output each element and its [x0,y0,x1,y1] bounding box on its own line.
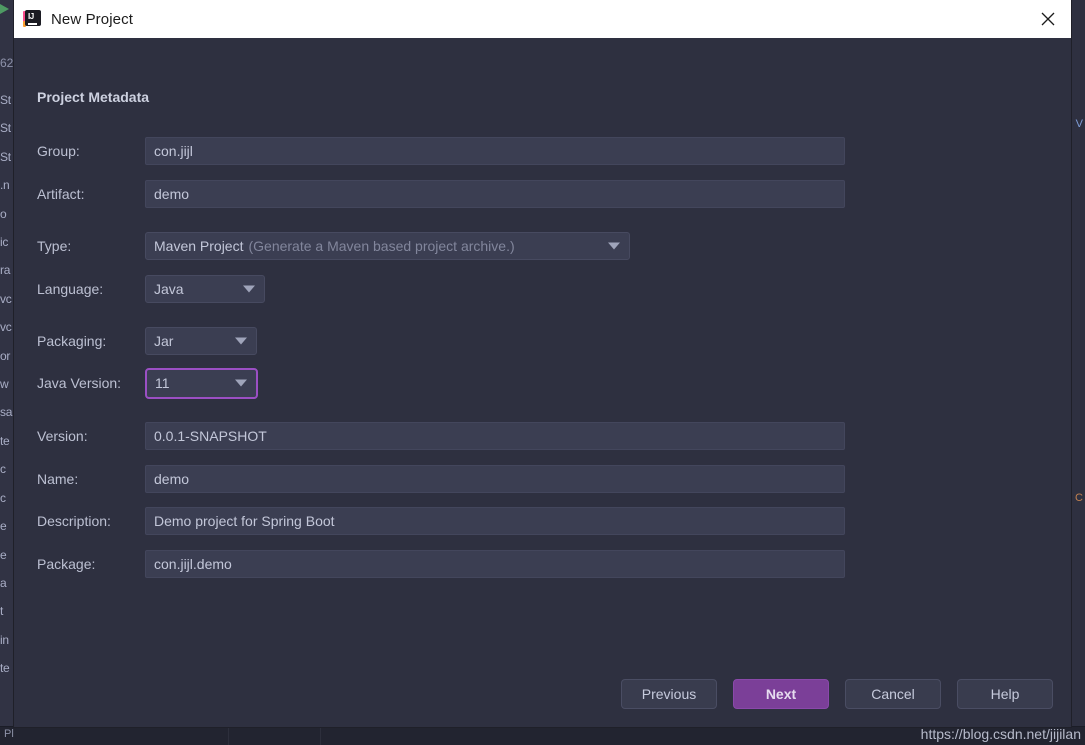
status-bar-segment [228,727,321,745]
previous-button[interactable]: Previous [621,679,717,709]
intellij-idea-icon: IJ [23,10,41,28]
ide-left-gutter: 62 St St St .n o ic ra vc vc or w sa te … [0,0,15,745]
icon-underline [28,23,37,25]
language-value: Java [154,281,184,297]
run-arrow-icon [0,4,9,14]
ide-left-text-fragments: St St St .n o ic ra vc vc or w sa te c c… [0,93,13,676]
label-java-version: Java Version: [37,375,122,391]
cancel-button[interactable]: Cancel [845,679,941,709]
java-version-dropdown[interactable]: 11 [145,367,258,399]
dialog-body: Project Metadata Group: con.jijl Artifac… [14,38,1071,727]
chevron-down-icon [243,285,255,293]
version-input[interactable]: 0.0.1-SNAPSHOT [145,422,845,450]
label-description: Description: [37,513,111,529]
package-input[interactable]: con.jijl.demo [145,550,845,578]
dialog-titlebar: IJ New Project [14,0,1071,38]
type-value: Maven Project [154,238,244,254]
section-title: Project Metadata [37,89,150,105]
ide-status-text: Pl [4,728,14,740]
packaging-dropdown[interactable]: Jar [145,327,257,355]
artifact-input[interactable]: demo [145,180,845,208]
type-dropdown[interactable]: Maven Project (Generate a Maven based pr… [145,232,630,260]
label-artifact: Artifact: [37,186,85,202]
description-input[interactable]: Demo project for Spring Boot [145,507,845,535]
label-name: Name: [37,471,79,487]
status-bar-segment [320,727,641,745]
name-input[interactable]: demo [145,465,845,493]
icon-letters: IJ [28,12,34,21]
ide-right-mark-top: V [1075,118,1083,130]
close-icon[interactable] [1025,0,1071,38]
chevron-down-icon [235,337,247,345]
chevron-down-icon [608,242,620,250]
label-language: Language: [37,281,104,297]
chevron-down-icon [235,379,247,387]
ide-right-mark-bottom: C [1075,492,1083,504]
packaging-value: Jar [154,333,174,349]
new-project-dialog: IJ New Project Project Metadata Group: c… [14,0,1071,727]
next-button[interactable]: Next [733,679,829,709]
ide-line-number: 62 [0,56,14,70]
java-version-value: 11 [155,375,170,391]
help-button[interactable]: Help [957,679,1053,709]
label-type: Type: [37,238,72,254]
label-version: Version: [37,428,88,444]
label-package: Package: [37,556,96,572]
dialog-title: New Project [51,10,133,28]
type-hint: (Generate a Maven based project archive.… [248,238,515,254]
label-group: Group: [37,143,80,159]
dialog-footer: Previous Next Cancel Help [14,671,1071,727]
language-dropdown[interactable]: Java [145,275,265,303]
group-input[interactable]: con.jijl [145,137,845,165]
watermark: https://blog.csdn.net/jijilan [920,726,1081,742]
label-packaging: Packaging: [37,333,107,349]
